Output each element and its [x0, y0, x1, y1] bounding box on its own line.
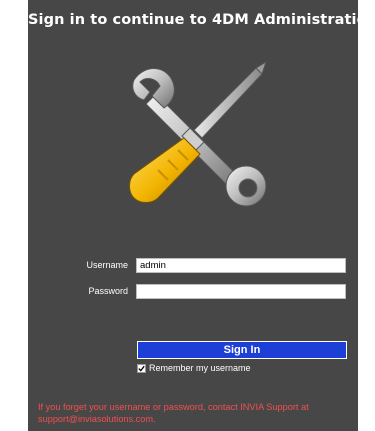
sign-in-button[interactable]: Sign In — [137, 341, 347, 359]
remember-username-label: Remember my username — [149, 363, 251, 373]
remember-username-checkbox[interactable] — [137, 363, 146, 373]
login-panel: Sign in to continue to 4DM Administratio… — [28, 0, 375, 431]
username-label: Username — [86, 260, 128, 270]
wrench-screwdriver-icon — [116, 58, 276, 218]
checkmark-icon — [138, 365, 145, 372]
page-title: Sign in to continue to 4DM Administratio… — [28, 12, 375, 28]
password-label: Password — [88, 286, 128, 296]
remember-username-option[interactable]: Remember my username — [137, 363, 251, 373]
forgot-credentials-notice: If you forget your username or password,… — [38, 402, 309, 424]
password-field[interactable] — [136, 284, 346, 299]
username-field[interactable] — [136, 258, 346, 273]
